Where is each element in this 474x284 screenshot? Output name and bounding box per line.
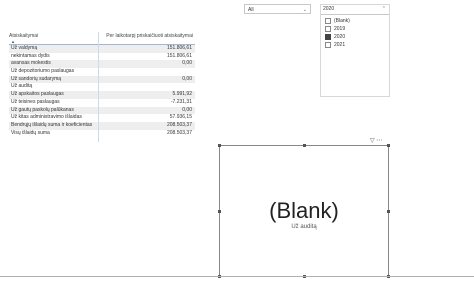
resize-handle[interactable] [387, 144, 390, 147]
row-label: Bendrųjų išlaidų suma ir koeficientas [11, 121, 93, 128]
option-label: 2021 [334, 42, 346, 48]
resize-handle[interactable] [303, 144, 306, 147]
card-label: Už auditą [291, 224, 317, 230]
row-label: Visų išlaidų suma [11, 129, 50, 136]
table-row[interactable]: Bendrųjų išlaidų suma ir koeficientas 208… [9, 121, 195, 130]
option-label: 2020 [334, 34, 346, 40]
table-row[interactable]: Už sandorių sudarymą 0,00 [9, 75, 195, 84]
table-row[interactable]: Už valdymą 151.806,61 [9, 45, 195, 53]
row-value: 0,00 [182, 75, 192, 82]
dropdown-value: All [248, 7, 254, 13]
card-value: (Blank) [269, 198, 339, 223]
table-row[interactable]: Visų išlaidų suma 208.503,37 [9, 130, 195, 138]
table-row[interactable]: avansas mokestis 0,00 [9, 60, 195, 69]
row-value: 151.806,61 [166, 52, 192, 59]
row-label: Už gautų paskolų palūkanas [11, 106, 74, 113]
row-label: Už teisines paslaugas [11, 98, 60, 105]
table-row[interactable]: Už apskaitos paslaugas 5.991,92 [9, 91, 195, 99]
row-label: Už sandorių sudarymą [11, 75, 62, 82]
row-label: Už depozitoriumo paslaugas [11, 68, 75, 75]
slicer-selected[interactable]: 2020 ⌃ [321, 5, 389, 15]
row-value: 208.503,37 [166, 121, 192, 128]
row-value [102, 83, 195, 91]
slicer-option-2020[interactable]: 2020 [325, 34, 345, 40]
row-value: 0,00 [182, 60, 192, 67]
table-row[interactable]: Už depozitoriumo paslaugas [9, 68, 195, 76]
table-row[interactable]: nekintamas dydis 151.806,61 [9, 53, 195, 61]
row-label: nekintamas dydis [11, 52, 50, 59]
checkbox[interactable] [325, 42, 331, 48]
slicer-selected-value: 2020 [323, 6, 335, 12]
card-visual[interactable]: (Blank) Už auditą [218, 144, 390, 278]
matrix-visual[interactable]: Atsiskaitymai Per laikotarpį priskaičiuo… [9, 32, 195, 136]
chevron-down-icon: ⌄ [302, 7, 307, 13]
row-label: Už auditą [11, 83, 33, 90]
row-value: 151.806,61 [166, 45, 192, 51]
slicer-option-2019[interactable]: 2019 [325, 26, 345, 32]
column-header-atsiskaitymai[interactable]: Atsiskaitymai [9, 33, 97, 39]
row-value: 5.991,92 [172, 91, 192, 98]
row-value [102, 68, 195, 76]
row-value: 0,00 [182, 106, 192, 113]
option-label: (Blank) [334, 18, 350, 24]
table-row[interactable]: Už auditą [9, 83, 195, 91]
column-header-value[interactable]: Per laikotarpį priskaičiuoti atsiskaitym… [97, 33, 195, 39]
matrix-rows: Už valdymą 151.806,61 nekintamas dydis 151.… [9, 44, 195, 137]
row-label: Už kitas administravimo išlaidas [11, 114, 82, 121]
visual-header-icons: ▽ ⋯ [370, 137, 382, 144]
filter-icon[interactable]: ▽ [370, 138, 375, 144]
year-slicer[interactable]: 2020 ⌃ (Blank) 2019 2020 2021 [320, 4, 390, 97]
table-row[interactable]: Už kitas administravimo išlaidas 57.936,1… [9, 114, 195, 122]
row-value: 57.936,15 [169, 114, 192, 121]
filter-dropdown[interactable]: All ⌄ [244, 4, 311, 14]
row-label: Už valdymą [11, 45, 38, 51]
slicer-option-2021[interactable]: 2021 [325, 42, 345, 48]
row-label: avansas mokestis [11, 60, 51, 67]
row-label: Už apskaitos paslaugas [11, 91, 64, 98]
chevron-up-icon: ⌃ [381, 6, 386, 12]
row-value: 208.503,37 [166, 129, 192, 136]
page-bottom-divider [0, 276, 474, 277]
table-row[interactable]: Už gautų paskolų palūkanas 0,00 [9, 106, 195, 115]
row-value: -7.231,31 [170, 98, 192, 105]
slicer-option-blank[interactable]: (Blank) [325, 18, 350, 24]
column-divider [98, 32, 99, 142]
more-options-icon[interactable]: ⋯ [376, 138, 382, 144]
checkbox[interactable] [325, 18, 331, 24]
table-row[interactable]: Už teisines paslaugas -7.231,31 [9, 99, 195, 107]
resize-handle[interactable] [218, 144, 221, 147]
matrix-header: Atsiskaitymai Per laikotarpį priskaičiuo… [9, 32, 195, 39]
checkbox[interactable] [325, 34, 331, 40]
checkbox[interactable] [325, 26, 331, 32]
option-label: 2019 [334, 26, 346, 32]
